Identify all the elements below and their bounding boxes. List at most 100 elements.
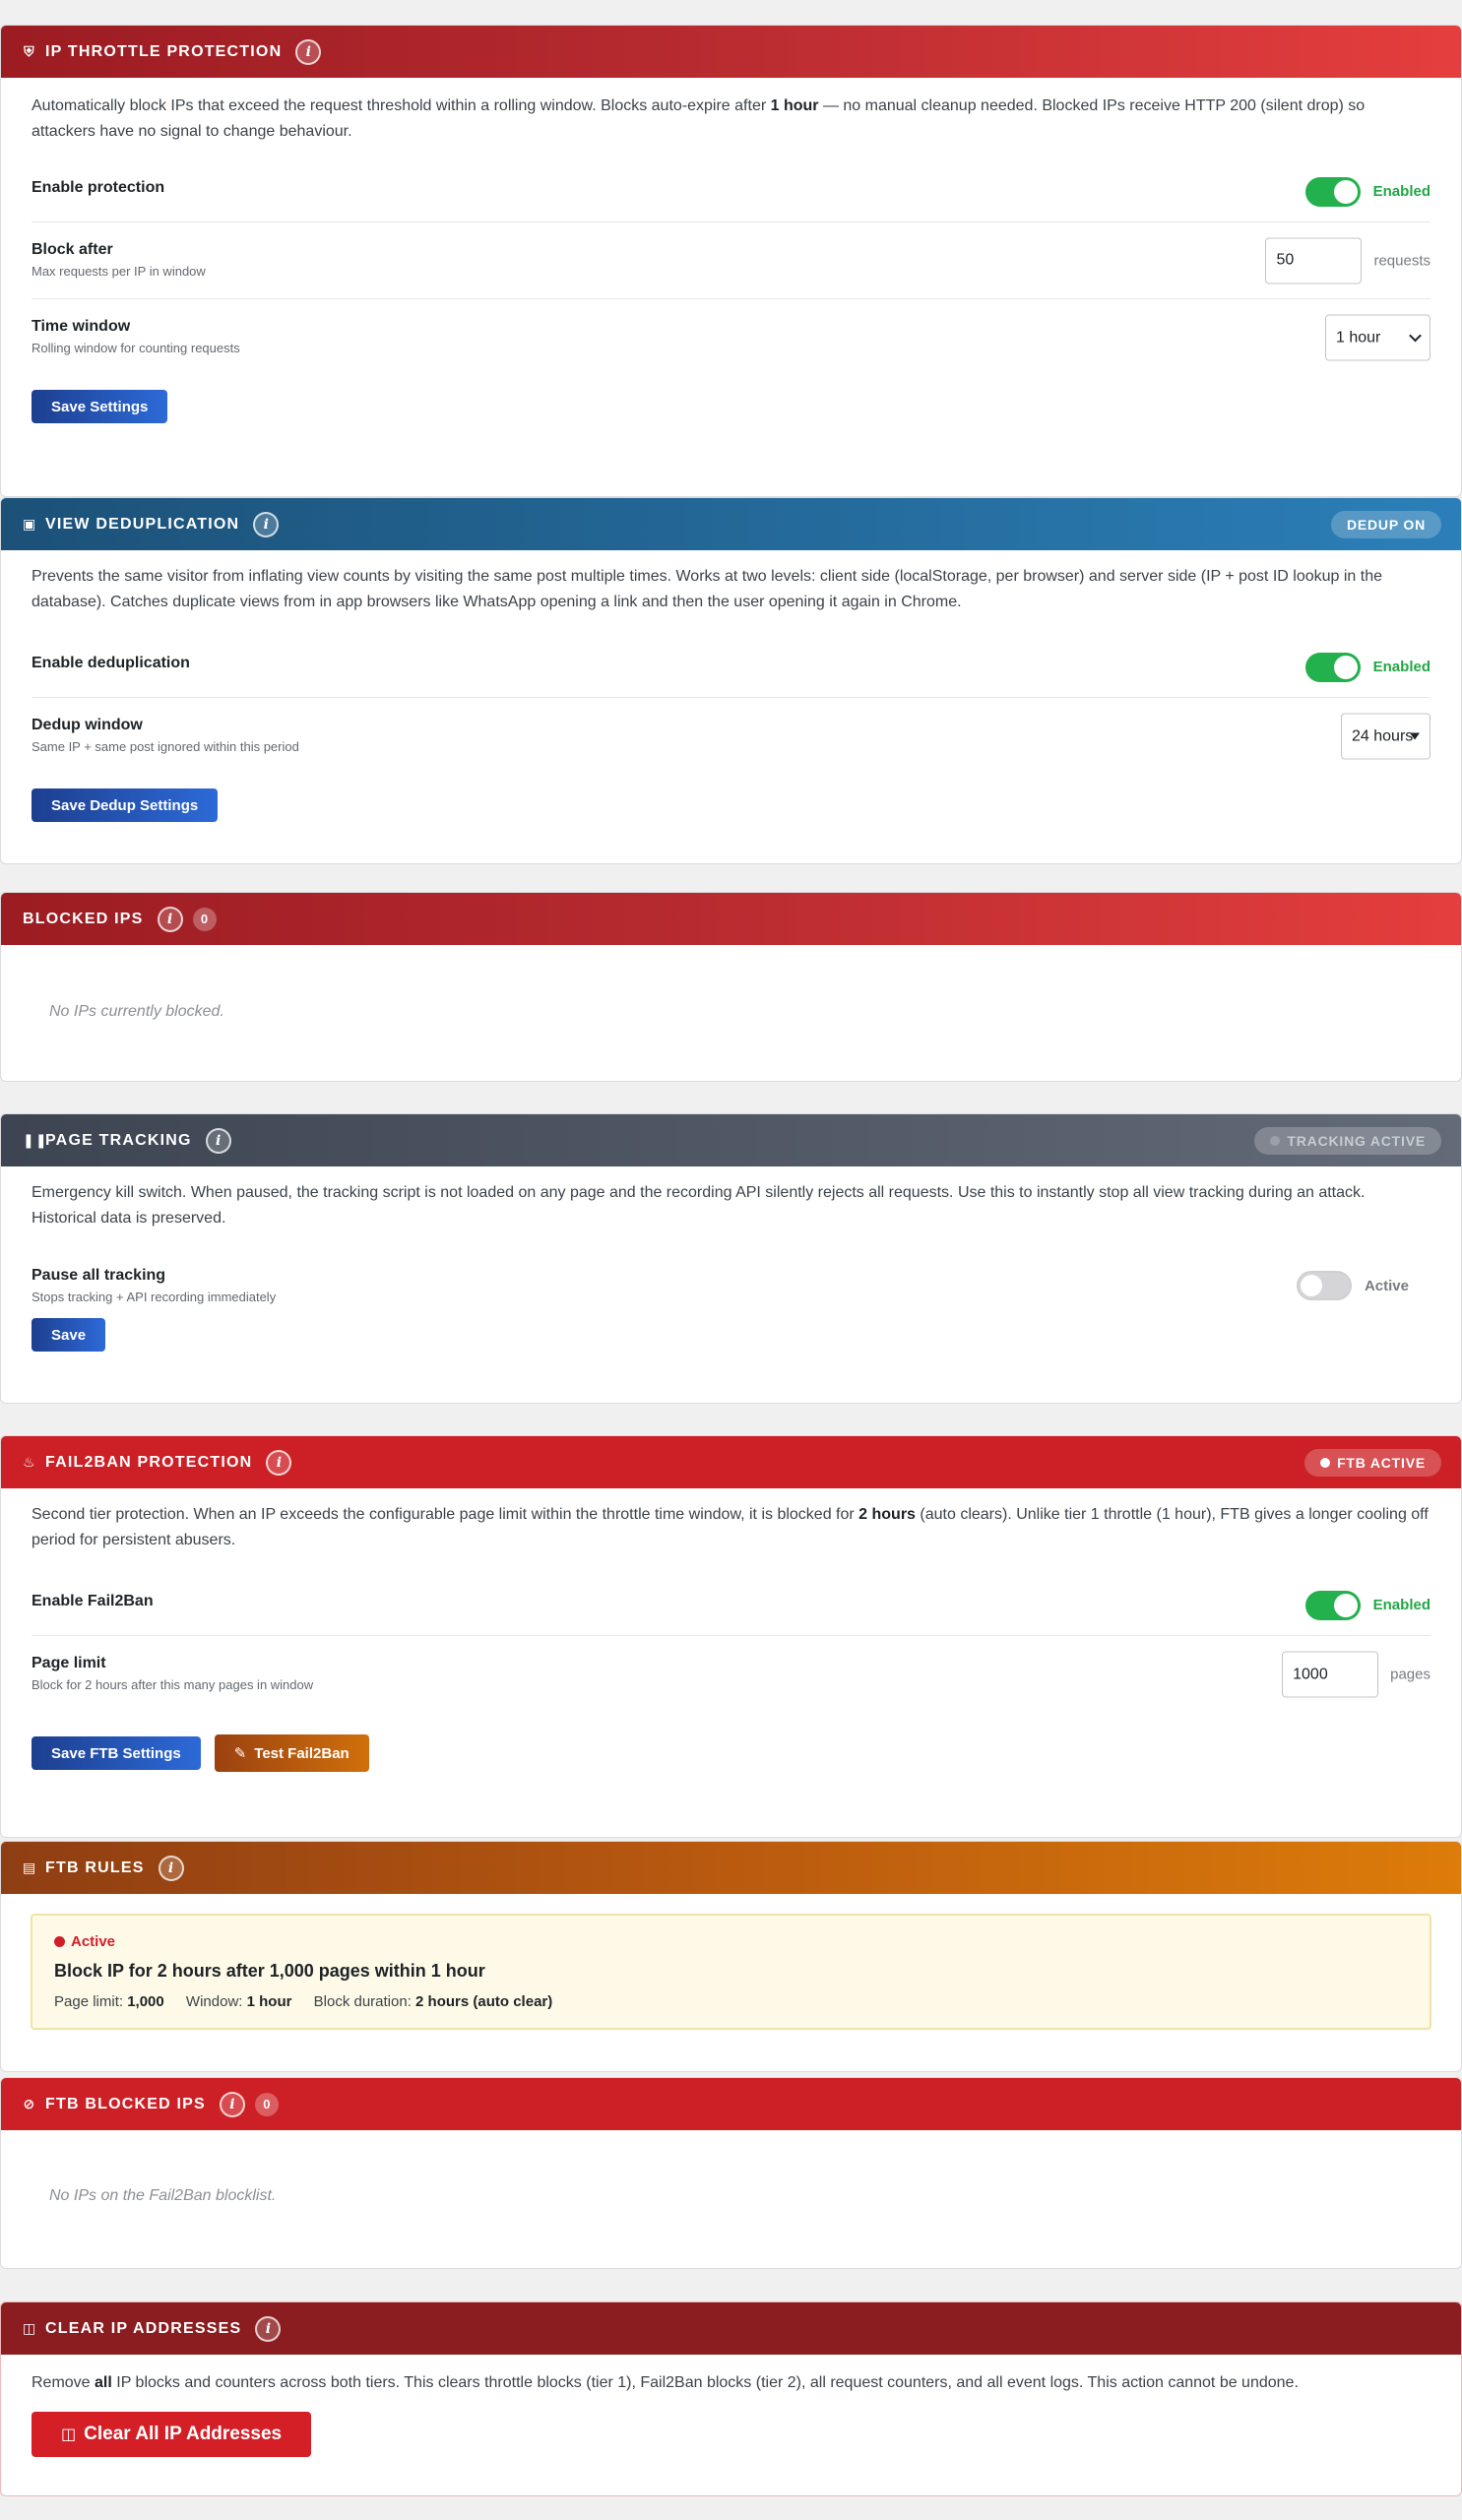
page-tracking-description: Emergency kill switch. When paused, the …: [32, 1184, 1366, 1227]
view-dedup-description: Prevents the same visitor from inflating…: [32, 568, 1382, 610]
ftb-blocked-ips-title: FTB BLOCKED IPS: [45, 2095, 206, 2112]
blocked-ips-header: BLOCKED IPS i 0: [1, 893, 1461, 945]
block-after-unit: requests: [1373, 252, 1430, 269]
enable-fail2ban-toggle[interactable]: [1304, 1590, 1361, 1620]
enable-dedup-state: Enabled: [1372, 659, 1430, 675]
save-settings-button[interactable]: Save Settings: [32, 390, 168, 423]
fail2ban-header: ♨ FAIL2BAN PROTECTION i FTB ACTIVE: [1, 1436, 1461, 1488]
ftb-blocked-ips-header: ⊘ FTB BLOCKED IPS i 0: [1, 2078, 1461, 2130]
enable-fail2ban-state: Enabled: [1372, 1597, 1430, 1613]
dedup-status-badge: DEDUP ON: [1330, 511, 1441, 538]
blocked-ips-card: BLOCKED IPS i 0 No IPs currently blocked…: [0, 892, 1462, 1082]
pause-tracking-label: Pause all tracking: [32, 1267, 166, 1284]
block-after-help: Max requests per IP in window: [32, 264, 206, 279]
chevron-down-icon: [1409, 329, 1422, 342]
enable-protection-state: Enabled: [1372, 183, 1430, 200]
ftb-rules-title: FTB RULES: [45, 1858, 145, 1876]
dedup-window-help: Same IP + same post ignored within this …: [32, 739, 299, 754]
dedup-window-label: Dedup window: [32, 717, 143, 733]
test-fail2ban-button[interactable]: ✎ Test Fail2Ban: [214, 1734, 369, 1772]
flame-icon: ♨: [23, 1454, 36, 1470]
monitor-icon: ▣: [23, 516, 37, 532]
ftb-blocked-ips-empty: No IPs on the Fail2Ban blocklist.: [49, 2187, 277, 2204]
wand-icon: ✎: [233, 1745, 247, 1762]
tracking-status-badge: TRACKING ACTIVE: [1254, 1127, 1441, 1155]
page-tracking-header: ❚❚ PAGE TRACKING i TRACKING ACTIVE: [1, 1114, 1461, 1166]
ftb-rules-card: ▤ FTB RULES i Active Block IP for 2 hour…: [0, 1841, 1462, 2072]
time-window-label: Time window: [32, 318, 131, 335]
clear-ip-description: Remove all IP blocks and counters across…: [32, 2374, 1299, 2391]
page-limit-row: Page limit Block for 2 hours after this …: [32, 1636, 1430, 1713]
info-icon[interactable]: i: [253, 511, 280, 537]
no-entry-icon: ⊘: [23, 2096, 36, 2111]
info-icon[interactable]: i: [157, 906, 183, 932]
dedup-window-select[interactable]: 24 hours: [1341, 713, 1430, 760]
status-dot-icon: [1270, 1136, 1281, 1146]
enable-dedup-toggle[interactable]: [1304, 652, 1361, 682]
trash-icon: ◫: [61, 2426, 77, 2443]
dedup-window-row: Dedup window Same IP + same post ignored…: [32, 698, 1430, 775]
pause-tracking-state: Active: [1364, 1277, 1409, 1294]
enable-fail2ban-label: Enable Fail2Ban: [32, 1593, 154, 1609]
view-dedup-title: VIEW DEDUPLICATION: [45, 515, 240, 533]
trash-icon: ◫: [23, 2320, 37, 2336]
info-icon[interactable]: i: [255, 2315, 282, 2342]
rule-status: Active: [54, 1933, 1408, 1950]
info-icon[interactable]: i: [219, 2091, 245, 2117]
rule-title: Block IP for 2 hours after 1,000 pages w…: [54, 1961, 485, 1981]
shield-icon: ⛨: [24, 43, 35, 59]
clear-ip-title: CLEAR IP ADDRESSES: [45, 2319, 242, 2337]
view-dedup-header: ▣ VIEW DEDUPLICATION i DEDUP ON: [1, 498, 1461, 550]
enable-dedup-row: Enable deduplication Enabled: [32, 637, 1430, 698]
clipboard-icon: ▤: [23, 1859, 37, 1875]
block-after-label: Block after: [32, 241, 113, 258]
ftb-rule-item: Active Block IP for 2 hours after 1,000 …: [31, 1914, 1431, 2030]
clear-all-ip-addresses-button[interactable]: ◫ Clear All IP Addresses: [32, 2412, 312, 2457]
pause-tracking-toggle[interactable]: [1296, 1271, 1352, 1300]
rule-meta: Page limit: 1,000 Window: 1 hour Block d…: [54, 1993, 553, 2010]
info-icon[interactable]: i: [205, 1127, 231, 1154]
info-icon[interactable]: i: [295, 38, 322, 65]
page-limit-unit: pages: [1390, 1666, 1430, 1683]
pause-icon: ❚❚: [23, 1132, 48, 1148]
page-limit-help: Block for 2 hours after this many pages …: [32, 1677, 314, 1692]
ip-throttle-card: ⛨ IP THROTTLE PROTECTION i Automatically…: [0, 25, 1462, 497]
ftb-blocked-ips-count: 0: [254, 2092, 279, 2116]
page-limit-label: Page limit: [32, 1655, 106, 1671]
info-icon[interactable]: i: [158, 1855, 184, 1881]
enable-protection-label: Enable protection: [32, 179, 165, 196]
info-icon[interactable]: i: [266, 1449, 292, 1476]
fail2ban-card: ♨ FAIL2BAN PROTECTION i FTB ACTIVE Secon…: [0, 1435, 1462, 1838]
enable-protection-row: Enable protection Enabled: [32, 161, 1430, 222]
time-window-row: Time window Rolling window for counting …: [32, 299, 1430, 376]
pause-tracking-row: Pause all tracking Stops tracking + API …: [32, 1253, 1430, 1318]
ip-throttle-header: ⛨ IP THROTTLE PROTECTION i: [1, 26, 1461, 78]
ip-throttle-title: IP THROTTLE PROTECTION: [45, 42, 283, 60]
save-tracking-button[interactable]: Save: [32, 1318, 106, 1352]
view-dedup-card: ▣ VIEW DEDUPLICATION i DEDUP ON Prevents…: [0, 497, 1462, 864]
page-tracking-card: ❚❚ PAGE TRACKING i TRACKING ACTIVE Emerg…: [0, 1113, 1462, 1404]
ip-throttle-description: Automatically block IPs that exceed the …: [32, 97, 1366, 140]
blocked-ips-empty: No IPs currently blocked.: [49, 1003, 224, 1020]
status-dot-icon: [54, 1936, 65, 1947]
enable-protection-toggle[interactable]: [1304, 176, 1361, 207]
time-window-help: Rolling window for counting requests: [32, 341, 240, 355]
block-after-input[interactable]: 50: [1265, 237, 1363, 284]
save-ftb-settings-button[interactable]: Save FTB Settings: [32, 1736, 201, 1770]
fail2ban-title: FAIL2BAN PROTECTION: [45, 1453, 253, 1471]
enable-dedup-label: Enable deduplication: [32, 655, 190, 671]
clear-ip-header: ◫ CLEAR IP ADDRESSES i: [1, 2302, 1461, 2355]
ftb-status-badge: FTB ACTIVE: [1304, 1449, 1441, 1477]
save-dedup-settings-button[interactable]: Save Dedup Settings: [32, 788, 219, 822]
page-limit-input[interactable]: 1000: [1282, 1651, 1379, 1698]
enable-fail2ban-row: Enable Fail2Ban Enabled: [32, 1575, 1430, 1636]
pause-tracking-help: Stops tracking + API recording immediate…: [32, 1290, 277, 1304]
clear-ip-card: ◫ CLEAR IP ADDRESSES i Remove all IP blo…: [0, 2301, 1462, 2496]
blocked-ips-count: 0: [192, 907, 217, 931]
page-tracking-title: PAGE TRACKING: [45, 1131, 192, 1149]
time-window-select[interactable]: 1 hour: [1325, 314, 1430, 361]
caret-down-icon: [1410, 732, 1420, 740]
ftb-blocked-ips-card: ⊘ FTB BLOCKED IPS i 0 No IPs on the Fail…: [0, 2077, 1462, 2269]
ftb-rules-header: ▤ FTB RULES i: [1, 1842, 1461, 1894]
status-dot-icon: [1320, 1458, 1331, 1468]
